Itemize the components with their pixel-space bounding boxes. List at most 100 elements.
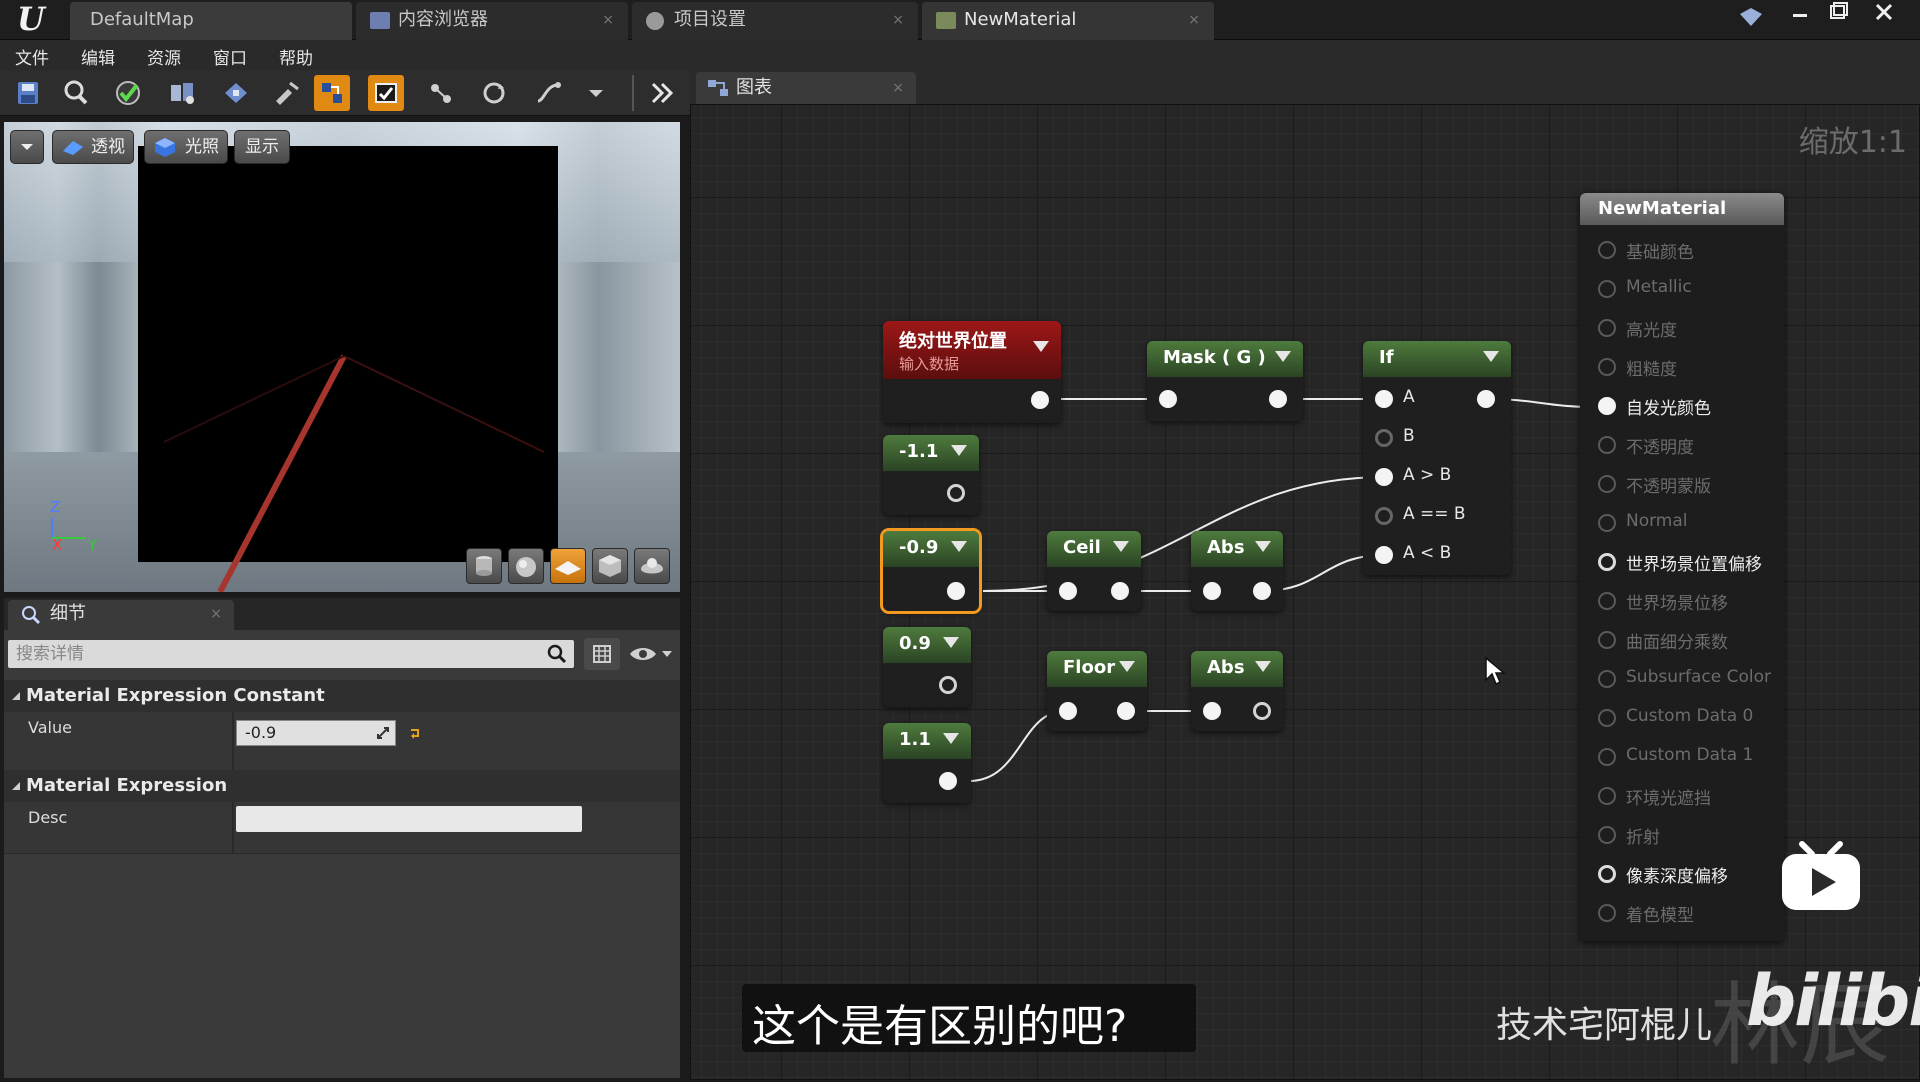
- live-nodes-button[interactable]: [422, 75, 458, 111]
- mesh-preview-button[interactable]: [634, 548, 670, 584]
- cube-preview-button[interactable]: [592, 548, 628, 584]
- input-opacity[interactable]: 不透明度: [1580, 430, 1784, 460]
- input-pin[interactable]: [1598, 592, 1616, 610]
- preview-viewport[interactable]: 透视 光照 显示 Z X Y: [4, 122, 680, 592]
- pin-a-less-b[interactable]: [1375, 546, 1393, 564]
- tab-defaultmap[interactable]: DefaultMap: [70, 2, 352, 40]
- output-pin[interactable]: [939, 676, 957, 694]
- input-pin[interactable]: [1598, 241, 1616, 259]
- tab-project-settings[interactable]: 项目设置 ×: [632, 2, 918, 40]
- close-icon[interactable]: ×: [210, 600, 222, 628]
- input-specular[interactable]: 高光度: [1580, 313, 1784, 343]
- input-subsurface-color[interactable]: Subsurface Color: [1580, 664, 1784, 694]
- category-material-expression[interactable]: Material Expression: [4, 770, 680, 802]
- node-floor[interactable]: Floor: [1047, 651, 1147, 731]
- output-pin[interactable]: [1269, 390, 1287, 408]
- node-constant-1-1[interactable]: 1.1: [883, 723, 971, 803]
- chevron-down-icon[interactable]: [951, 445, 967, 456]
- node-abs-2[interactable]: Abs: [1191, 651, 1283, 731]
- input-pin[interactable]: [1203, 702, 1221, 720]
- node-material-output[interactable]: NewMaterial 基础颜色 Metallic 高光度 粗糙度 自发光颜色 …: [1580, 193, 1784, 941]
- menu-edit[interactable]: 编辑: [81, 44, 115, 69]
- input-pin[interactable]: [1598, 865, 1616, 883]
- chevron-down-icon[interactable]: [943, 733, 959, 744]
- close-icon[interactable]: ×: [602, 2, 614, 38]
- menu-window[interactable]: 窗口: [213, 44, 247, 69]
- input-pin[interactable]: [1598, 319, 1616, 337]
- maximize-button[interactable]: [1822, 0, 1854, 26]
- input-pin[interactable]: [1159, 390, 1177, 408]
- input-pin[interactable]: [1598, 397, 1616, 415]
- input-metallic[interactable]: Metallic: [1580, 274, 1784, 304]
- reset-to-default-icon[interactable]: [408, 726, 422, 740]
- output-pin[interactable]: [1477, 390, 1495, 408]
- search-icon[interactable]: [546, 643, 568, 665]
- input-pin[interactable]: [1598, 514, 1616, 532]
- input-pin[interactable]: [1059, 582, 1077, 600]
- menu-help[interactable]: 帮助: [279, 44, 313, 69]
- save-button[interactable]: [10, 75, 46, 111]
- chevron-down-icon[interactable]: [1255, 661, 1271, 672]
- material-graph-canvas[interactable]: 缩放1:1 绝对世界位置 输入数据 Mask ( G ) If A B A > …: [690, 104, 1920, 1080]
- input-roughness[interactable]: 粗糙度: [1580, 352, 1784, 382]
- tab-graph[interactable]: 图表 ×: [696, 72, 916, 106]
- tab-newmaterial[interactable]: NewMaterial ×: [922, 2, 1214, 40]
- node-constant-neg-1-1[interactable]: -1.1: [883, 435, 979, 515]
- home-node-button[interactable]: [218, 75, 254, 111]
- live-preview-button[interactable]: [368, 75, 404, 111]
- value-input[interactable]: -0.9: [236, 720, 396, 746]
- input-pin[interactable]: [1598, 280, 1616, 298]
- input-world-position-offset[interactable]: 世界场景位置偏移: [1580, 547, 1784, 577]
- chevron-down-icon[interactable]: [1113, 541, 1129, 552]
- column-splitter[interactable]: [232, 712, 234, 778]
- connectors-button[interactable]: [314, 75, 350, 111]
- view-options-button[interactable]: [626, 638, 674, 670]
- live-update-button[interactable]: [476, 75, 512, 111]
- output-pin[interactable]: [947, 582, 965, 600]
- minimize-button[interactable]: [1784, 0, 1816, 26]
- pin-a-greater-b[interactable]: [1375, 468, 1393, 486]
- pin-a[interactable]: [1375, 390, 1393, 408]
- plane-preview-button[interactable]: [550, 548, 586, 584]
- tab-content-browser[interactable]: 内容浏览器 ×: [356, 2, 628, 40]
- output-pin[interactable]: [947, 484, 965, 502]
- input-pin[interactable]: [1598, 709, 1616, 727]
- spin-arrows-icon[interactable]: [375, 725, 391, 741]
- viewport-options-button[interactable]: [10, 130, 44, 164]
- input-shading-model[interactable]: 着色模型: [1580, 898, 1784, 928]
- input-ambient-occlusion[interactable]: 环境光遮挡: [1580, 781, 1784, 811]
- input-pin[interactable]: [1598, 475, 1616, 493]
- close-icon[interactable]: ×: [1188, 2, 1200, 38]
- output-pin[interactable]: [939, 772, 957, 790]
- input-emissive-color[interactable]: 自发光颜色: [1580, 391, 1784, 421]
- output-pin[interactable]: [1117, 702, 1135, 720]
- output-pin[interactable]: [1031, 391, 1049, 409]
- lighting-button[interactable]: 光照: [144, 130, 228, 164]
- pin-b[interactable]: [1375, 429, 1393, 447]
- perspective-button[interactable]: 透视: [52, 130, 134, 164]
- node-constant-neg-0-9[interactable]: -0.9: [883, 531, 979, 611]
- chevron-down-icon[interactable]: [951, 541, 967, 552]
- search-graph-button[interactable]: [164, 75, 200, 111]
- notification-icon[interactable]: [1738, 6, 1764, 28]
- input-refraction[interactable]: 折射: [1580, 820, 1784, 850]
- input-pin[interactable]: [1598, 748, 1616, 766]
- node-ceil[interactable]: Ceil: [1047, 531, 1141, 611]
- tab-details[interactable]: 细节 ×: [8, 600, 234, 630]
- input-pin[interactable]: [1598, 670, 1616, 688]
- chevron-down-icon[interactable]: [1033, 341, 1049, 352]
- input-pin[interactable]: [1598, 631, 1616, 649]
- node-mask-g[interactable]: Mask ( G ): [1147, 341, 1303, 421]
- show-button[interactable]: 显示: [234, 130, 290, 164]
- chevron-down-icon[interactable]: [578, 75, 608, 111]
- output-pin[interactable]: [1253, 702, 1271, 720]
- column-splitter[interactable]: [232, 802, 234, 854]
- chevron-down-icon[interactable]: [1255, 541, 1271, 552]
- pin-a-equals-b[interactable]: [1375, 507, 1393, 525]
- chevron-down-icon[interactable]: [1275, 351, 1291, 362]
- node-abs-1[interactable]: Abs: [1191, 531, 1283, 611]
- input-world-displacement[interactable]: 世界场景位移: [1580, 586, 1784, 616]
- chevron-down-icon[interactable]: [1119, 661, 1135, 672]
- input-base-color[interactable]: 基础颜色: [1580, 235, 1784, 265]
- close-icon[interactable]: ×: [892, 72, 904, 104]
